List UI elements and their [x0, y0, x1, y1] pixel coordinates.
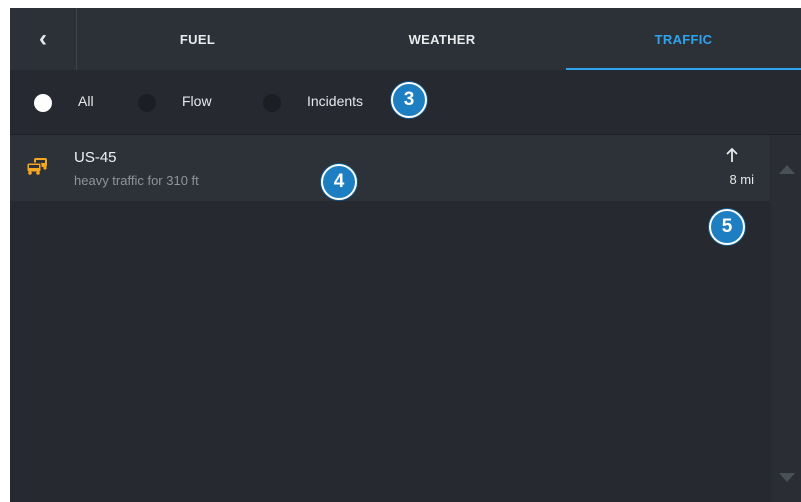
radio-flow[interactable]: [138, 94, 156, 112]
callout-4: 4: [321, 164, 357, 200]
radio-all-label[interactable]: All: [78, 93, 94, 109]
scrollbar[interactable]: [771, 135, 801, 502]
list-item[interactable]: US-45 heavy traffic for 310 ft 8 mi: [10, 135, 770, 201]
road-name: US-45: [74, 149, 117, 166]
tab-bar: ‹ FUEL WEATHER TRAFFIC: [10, 8, 801, 70]
distance-value: 8 mi: [729, 172, 754, 187]
traffic-cars-icon: [26, 158, 47, 175]
callout-5: 5: [709, 209, 745, 245]
back-button[interactable]: ‹: [10, 8, 77, 70]
radio-incidents[interactable]: [263, 94, 281, 112]
radio-all[interactable]: [34, 94, 52, 112]
radio-incidents-label[interactable]: Incidents: [307, 93, 363, 109]
callout-3: 3: [391, 82, 427, 118]
scroll-up-icon[interactable]: [779, 165, 795, 174]
radio-flow-label[interactable]: Flow: [182, 93, 212, 109]
traffic-list: US-45 heavy traffic for 310 ft 8 mi: [10, 135, 770, 502]
scroll-down-icon[interactable]: [779, 473, 795, 482]
traffic-description: heavy traffic for 310 ft: [74, 173, 199, 188]
tab-traffic[interactable]: TRAFFIC: [566, 8, 801, 70]
arrow-up-icon: [726, 147, 738, 162]
tab-fuel[interactable]: FUEL: [77, 8, 318, 70]
chevron-left-icon: ‹: [39, 25, 47, 52]
tab-weather[interactable]: WEATHER: [318, 8, 566, 70]
